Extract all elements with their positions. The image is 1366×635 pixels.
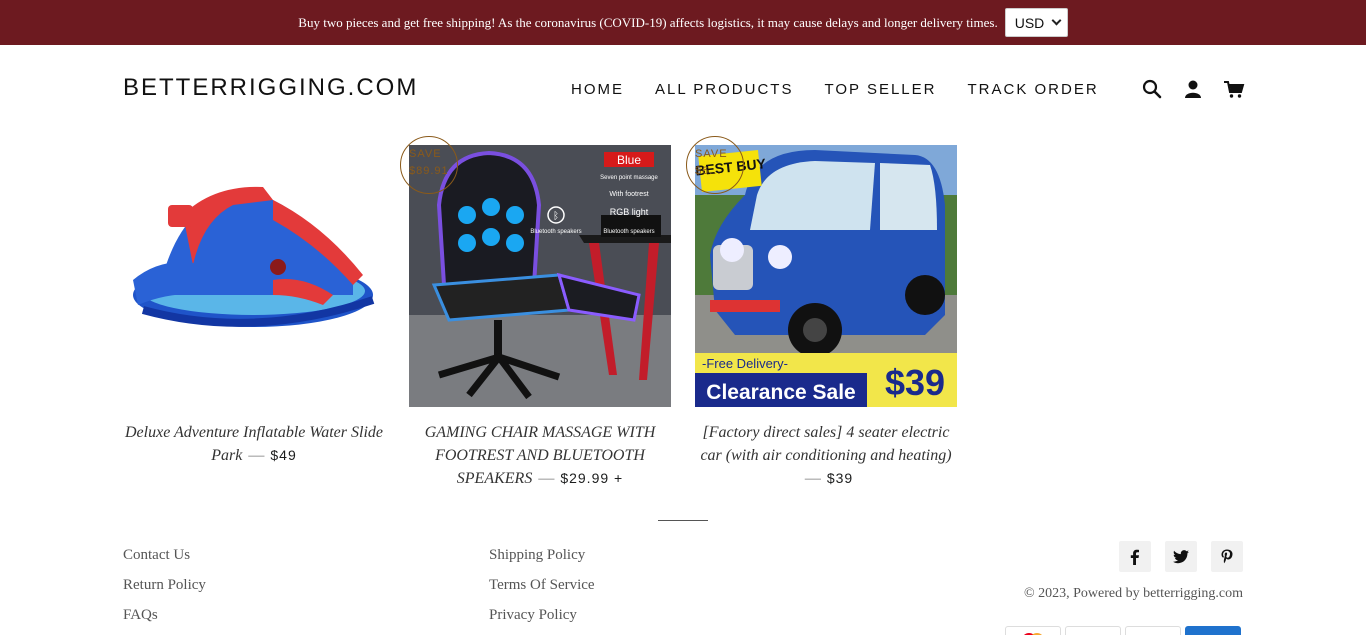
site-logo[interactable]: BETTERRIGGING.COM: [123, 74, 418, 102]
svg-text:ᛒ: ᛒ: [553, 211, 559, 222]
footer-link-shipping-policy[interactable]: Shipping Policy: [489, 547, 585, 564]
pinterest-icon[interactable]: [1211, 541, 1243, 572]
badge-amount: $6...: [695, 165, 722, 177]
currency-value: USD: [1014, 14, 1045, 31]
product-title-3[interactable]: [Factory direct sales] 4 seater electric…: [695, 421, 957, 490]
header-icons: [1141, 78, 1245, 100]
currency-select[interactable]: USD: [1004, 8, 1068, 37]
product-price: $49: [270, 447, 297, 463]
product-title-1[interactable]: Deluxe Adventure Inflatable Water Slide …: [123, 421, 385, 467]
badge-amount: $89.91: [409, 165, 449, 177]
sale-badge: SAVE $6...: [686, 136, 744, 194]
main-nav: HOME ALL PRODUCTS TOP SELLER TRACK ORDER: [571, 81, 1099, 98]
search-icon[interactable]: [1141, 78, 1163, 100]
footer-link-faqs[interactable]: FAQs: [123, 607, 158, 624]
price-separator: —: [538, 470, 555, 487]
chair-color-tag: Blue: [617, 153, 641, 167]
free-delivery-text: -Free Delivery-: [702, 356, 788, 371]
price-separator: —: [248, 447, 265, 464]
payment-icon: [1065, 626, 1121, 635]
chair-feature-2: With footrest: [609, 191, 648, 198]
copyright-text: © 2023, Powered by betterrigging.com: [1023, 586, 1243, 601]
chair-feature-4b: Bluetooth speakers: [530, 229, 581, 235]
mastercard-icon: [1005, 626, 1061, 635]
nav-home[interactable]: HOME: [571, 81, 624, 98]
badge-label: SAVE: [409, 148, 442, 160]
badge-label: SAVE: [695, 148, 728, 160]
footer-link-privacy-policy[interactable]: Privacy Policy: [489, 607, 577, 624]
clearance-sale-text: Clearance Sale: [706, 381, 855, 404]
chair-feature-3: RGB light: [610, 207, 649, 217]
footer-link-contact-us[interactable]: Contact Us: [123, 547, 190, 564]
payment-icon: [1125, 626, 1181, 635]
product-title-2[interactable]: GAMING CHAIR MASSAGE WITH FOOTREST AND B…: [409, 421, 671, 490]
account-icon[interactable]: [1182, 78, 1204, 100]
product-price: $29.99 +: [560, 470, 624, 486]
footer-link-return-policy[interactable]: Return Policy: [123, 577, 206, 594]
sale-badge: SAVE $89.91: [400, 136, 458, 194]
footer-link-terms-of-service[interactable]: Terms Of Service: [489, 577, 595, 594]
twitter-icon[interactable]: [1165, 541, 1197, 572]
announcement-bar: Buy two pieces and get free shipping! As…: [0, 0, 1366, 45]
cart-icon[interactable]: [1223, 78, 1245, 100]
product-image-water-slide[interactable]: [123, 145, 385, 407]
chair-feature-1: Seven point massage: [600, 175, 658, 181]
price-separator: —: [804, 470, 821, 487]
nav-top-seller[interactable]: TOP SELLER: [824, 81, 936, 98]
chair-feature-4a: Bluetooth speakers: [603, 229, 654, 235]
nav-all-products[interactable]: ALL PRODUCTS: [655, 81, 793, 98]
chevron-down-icon: [1051, 15, 1062, 26]
announcement-text: Buy two pieces and get free shipping! As…: [298, 14, 998, 30]
sale-price-text: $39: [885, 362, 945, 403]
amex-icon: [1185, 626, 1241, 635]
section-divider: [658, 520, 708, 521]
facebook-icon[interactable]: [1119, 541, 1151, 572]
product-name: [Factory direct sales] 4 seater electric…: [700, 424, 952, 464]
product-price: $39: [826, 470, 854, 486]
nav-track-order[interactable]: TRACK ORDER: [967, 81, 1098, 98]
